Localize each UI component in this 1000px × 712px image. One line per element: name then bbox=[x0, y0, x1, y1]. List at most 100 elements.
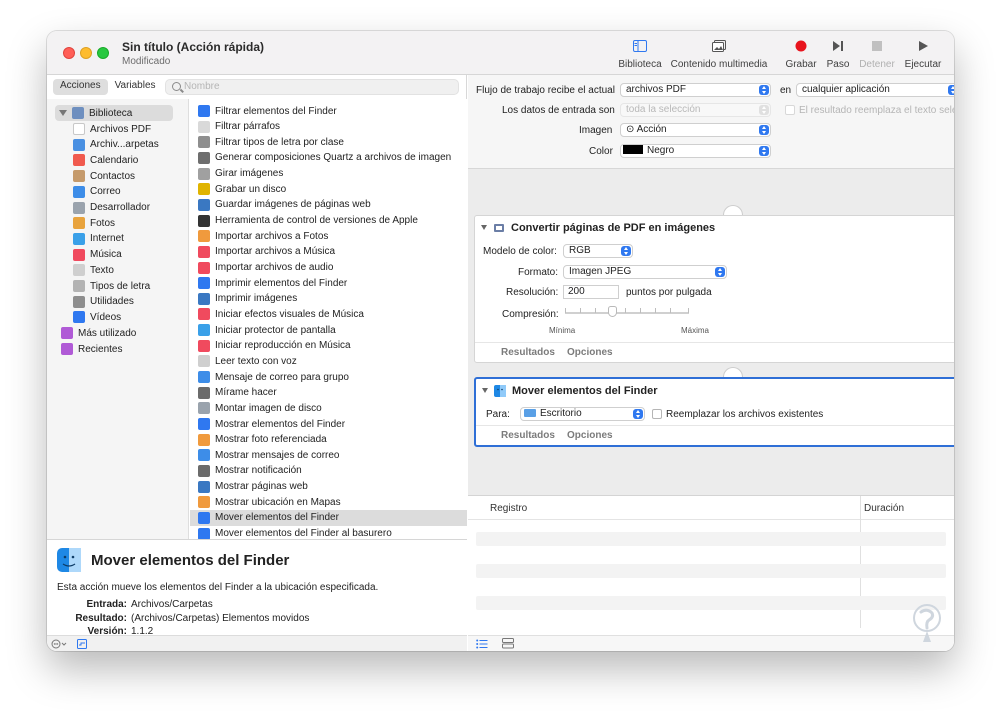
action-list-label: Generar composiciones Quartz a archivos … bbox=[215, 152, 452, 164]
replace-files-checkbox[interactable] bbox=[652, 409, 662, 419]
application-popup[interactable]: cualquier aplicación bbox=[796, 83, 954, 97]
action-list-item[interactable]: Mover elementos del Finder bbox=[190, 509, 467, 526]
compression-slider-knob[interactable] bbox=[608, 306, 618, 317]
action-list-item[interactable]: Leer texto con voz bbox=[190, 353, 467, 369]
library-item[interactable]: Vídeos bbox=[73, 309, 121, 325]
action-icon bbox=[198, 151, 210, 164]
search-input[interactable] bbox=[184, 81, 444, 92]
collapse-chevron-icon[interactable] bbox=[481, 225, 487, 230]
action-list-item[interactable]: Iniciar reproducción en Música bbox=[190, 338, 467, 354]
color-popup[interactable]: Negro bbox=[620, 144, 771, 158]
run-toolbar-button[interactable]: Ejecutar bbox=[901, 37, 945, 70]
action-list-item[interactable]: Importar archivos a Fotos bbox=[190, 228, 467, 244]
media-toolbar-button[interactable]: Contenido multimedia bbox=[669, 37, 769, 70]
action-list-item[interactable]: Guardar imágenes de páginas web bbox=[190, 197, 467, 213]
action-list-item[interactable]: Imprimir imágenes bbox=[190, 291, 467, 307]
image-popup[interactable]: ⊙ Acción bbox=[620, 123, 771, 137]
action-icon bbox=[198, 464, 210, 477]
utilities-icon bbox=[73, 295, 85, 308]
library-item[interactable]: Archivos PDF bbox=[73, 121, 151, 137]
action-list-item[interactable]: Filtrar tipos de letra por clase bbox=[190, 134, 467, 150]
action-list-item[interactable]: Iniciar protector de pantalla bbox=[190, 322, 467, 338]
action-list-item[interactable]: Mostrar ubicación en Mapas bbox=[190, 494, 467, 510]
resolution-field[interactable]: 200 bbox=[563, 285, 619, 299]
workflow-receives-popup[interactable]: archivos PDF bbox=[620, 83, 771, 97]
action-list-item[interactable]: Mostrar páginas web bbox=[190, 479, 467, 495]
minimize-window-button[interactable] bbox=[80, 47, 92, 59]
collapse-chevron-icon[interactable] bbox=[482, 388, 488, 393]
chevron-updown-icon bbox=[948, 85, 954, 95]
input-is-popup[interactable]: toda la selección bbox=[620, 103, 771, 117]
action-list-item[interactable]: Iniciar efectos visuales de Música bbox=[190, 306, 467, 322]
library-item[interactable]: Calendario bbox=[73, 152, 138, 168]
action-list-item[interactable]: Herramienta de control de versiones de A… bbox=[190, 213, 467, 229]
video-icon bbox=[73, 311, 85, 324]
actions-tab[interactable]: Acciones bbox=[53, 79, 108, 95]
action-list-item[interactable]: Mírame hacer bbox=[190, 385, 467, 401]
options-tab[interactable]: Opciones bbox=[567, 347, 613, 358]
disclosure-triangle-icon[interactable] bbox=[59, 110, 67, 116]
library-item-label: Fotos bbox=[90, 217, 116, 229]
action-list-item[interactable]: Mostrar mensajes de correo bbox=[190, 447, 467, 463]
library-item[interactable]: Texto bbox=[73, 262, 114, 278]
action-menu-icon[interactable] bbox=[51, 639, 69, 649]
action-list-item[interactable]: Importar archivos de audio bbox=[190, 260, 467, 276]
library-root[interactable]: Biblioteca bbox=[55, 105, 173, 121]
duration-column-header[interactable]: Duración bbox=[864, 503, 904, 514]
replace-text-checkbox[interactable] bbox=[785, 105, 795, 115]
results-tab[interactable]: Resultados bbox=[501, 430, 555, 441]
action-list-item[interactable]: Filtrar elementos del Finder bbox=[190, 103, 467, 119]
library-toolbar-button[interactable]: Biblioteca bbox=[615, 37, 665, 70]
action-list-item[interactable]: Mostrar elementos del Finder bbox=[190, 416, 467, 432]
results-tab[interactable]: Resultados bbox=[501, 347, 555, 358]
library-item[interactable]: Archiv...arpetas bbox=[73, 137, 159, 153]
close-window-button[interactable] bbox=[63, 47, 75, 59]
action-list-label: Mostrar elementos del Finder bbox=[215, 418, 346, 430]
library-item[interactable]: Música bbox=[73, 247, 122, 263]
action-list-item[interactable]: Importar archivos a Música bbox=[190, 244, 467, 260]
action-list-item[interactable]: Generar composiciones Quartz a archivos … bbox=[190, 150, 467, 166]
photos-icon bbox=[73, 217, 85, 230]
format-value: Imagen JPEG bbox=[569, 266, 632, 277]
action-icon bbox=[198, 230, 210, 243]
stop-toolbar-button[interactable]: Detener bbox=[857, 37, 897, 70]
log-column-header[interactable]: Registro bbox=[490, 503, 527, 514]
action-list-item[interactable]: Grabar un disco bbox=[190, 181, 467, 197]
library-item[interactable]: Contactos bbox=[73, 168, 135, 184]
action-list-item[interactable]: Filtrar párrafos bbox=[190, 119, 467, 135]
stop-icon bbox=[857, 37, 897, 55]
library-item[interactable]: Correo bbox=[73, 184, 121, 200]
action-list-item[interactable]: Imprimir elementos del Finder bbox=[190, 275, 467, 291]
options-tab[interactable]: Opciones bbox=[567, 430, 613, 441]
description-toggle-icon[interactable] bbox=[77, 639, 87, 649]
format-popup[interactable]: Imagen JPEG bbox=[563, 265, 727, 279]
library-item[interactable]: Desarrollador bbox=[73, 200, 150, 216]
color-model-popup[interactable]: RGB bbox=[563, 244, 633, 258]
step-toolbar-button[interactable]: Paso bbox=[823, 37, 853, 70]
smart-group-item[interactable]: Más utilizado bbox=[61, 325, 136, 341]
library-item[interactable]: Tipos de letra bbox=[73, 278, 150, 294]
action-list-label: Imprimir elementos del Finder bbox=[215, 277, 348, 289]
variables-tab[interactable]: Variables bbox=[108, 79, 163, 95]
library-item[interactable]: Utilidades bbox=[73, 294, 134, 310]
library-item[interactable]: Fotos bbox=[73, 215, 115, 231]
color-model-value: RGB bbox=[569, 245, 591, 256]
workflow-receives-value: archivos PDF bbox=[626, 84, 687, 95]
action-list-item[interactable]: Mostrar foto referenciada bbox=[190, 432, 467, 448]
action-list-item[interactable]: Mover elementos del Finder al basurero bbox=[190, 526, 467, 539]
action-icon bbox=[198, 308, 210, 321]
action-list-item[interactable]: Montar imagen de disco bbox=[190, 400, 467, 416]
zoom-window-button[interactable] bbox=[97, 47, 109, 59]
action-list-item[interactable]: Girar imágenes bbox=[190, 166, 467, 182]
action-list-item[interactable]: Mensaje de correo para grupo bbox=[190, 369, 467, 385]
split-view-icon[interactable] bbox=[502, 638, 514, 649]
search-field[interactable] bbox=[165, 79, 459, 95]
record-toolbar-button[interactable]: Grabar bbox=[783, 37, 819, 70]
smart-group-item[interactable]: Recientes bbox=[61, 341, 122, 357]
action-list-item[interactable]: Mostrar notificación bbox=[190, 463, 467, 479]
destination-popup[interactable]: Escritorio bbox=[520, 407, 645, 421]
pdf-icon bbox=[73, 123, 85, 135]
library-item[interactable]: Internet bbox=[73, 231, 124, 247]
list-view-icon[interactable] bbox=[476, 639, 488, 649]
action-list-label: Mover elementos del Finder bbox=[215, 512, 339, 524]
